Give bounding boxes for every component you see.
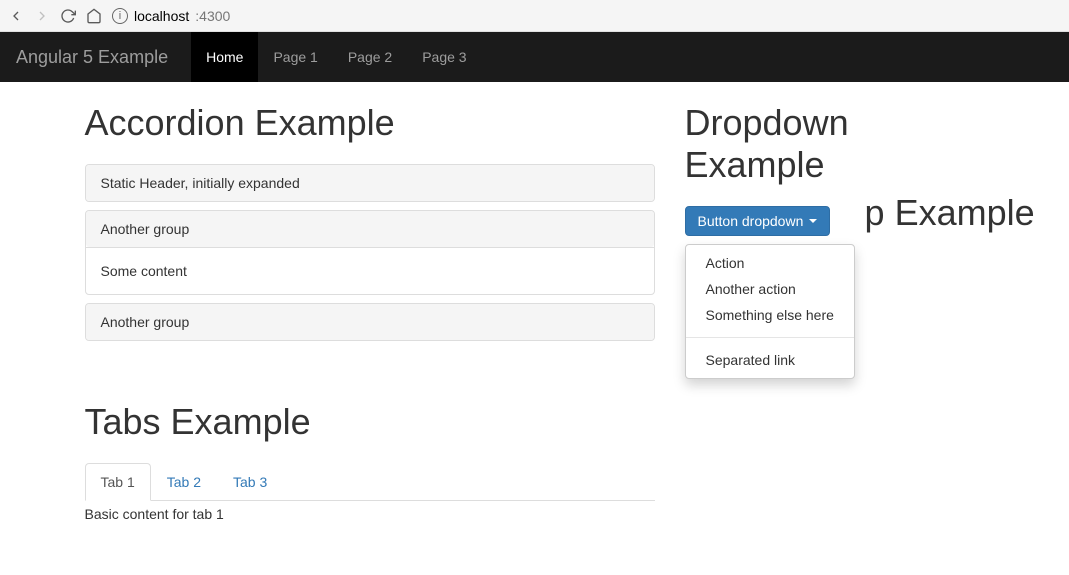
tab-content: Basic content for tab 1 (85, 501, 655, 527)
dropdown-button[interactable]: Button dropdown (685, 206, 831, 236)
accordion-panel: Another group (85, 303, 655, 341)
dropdown-button-label: Button dropdown (698, 213, 804, 229)
dropdown-divider (686, 337, 854, 338)
url-bar[interactable]: i localhost :4300 (112, 8, 230, 24)
tab-2[interactable]: Tab 2 (151, 463, 217, 501)
accordion-title: Accordion Example (85, 102, 655, 144)
navbar: Angular 5 Example Home Page 1 Page 2 Pag… (0, 32, 1069, 82)
navbar-brand[interactable]: Angular 5 Example (16, 47, 183, 68)
tab-3[interactable]: Tab 3 (217, 463, 283, 501)
url-port: :4300 (195, 8, 230, 24)
home-icon[interactable] (86, 8, 102, 24)
nav-item-home[interactable]: Home (191, 32, 258, 82)
nav-tabs: Tab 1 Tab 2 Tab 3 (85, 463, 655, 501)
dropdown-item-separated[interactable]: Separated link (686, 347, 854, 373)
dropdown-item-another[interactable]: Another action (686, 276, 854, 302)
dropdown-item-action[interactable]: Action (686, 250, 854, 276)
tab-1[interactable]: Tab 1 (85, 463, 151, 501)
dropdown-menu: Action Another action Something else her… (685, 244, 855, 379)
accordion-panel: Another group Some content (85, 210, 655, 295)
forward-icon (34, 8, 50, 24)
back-icon[interactable] (8, 8, 24, 24)
accordion-header[interactable]: Static Header, initially expanded (86, 165, 654, 201)
info-icon[interactable]: i (112, 8, 128, 24)
accordion-body: Some content (86, 247, 654, 294)
dropdown-title: Dropdown Example (685, 102, 985, 186)
caret-down-icon (809, 219, 817, 223)
nav-item-page3[interactable]: Page 3 (407, 32, 481, 82)
nav-item-page2[interactable]: Page 2 (333, 32, 407, 82)
accordion-panel: Static Header, initially expanded (85, 164, 655, 202)
nav-item-page1[interactable]: Page 1 (258, 32, 332, 82)
dropdown-item-something[interactable]: Something else here (686, 302, 854, 328)
dropdown-wrapper: Button dropdown Action Another action So… (685, 206, 831, 236)
accordion-header[interactable]: Another group (86, 304, 654, 340)
browser-chrome: i localhost :4300 (0, 0, 1069, 32)
accordion-header[interactable]: Another group (86, 211, 654, 247)
reload-icon[interactable] (60, 8, 76, 24)
tabs-title: Tabs Example (85, 401, 655, 443)
url-host: localhost (134, 8, 189, 24)
